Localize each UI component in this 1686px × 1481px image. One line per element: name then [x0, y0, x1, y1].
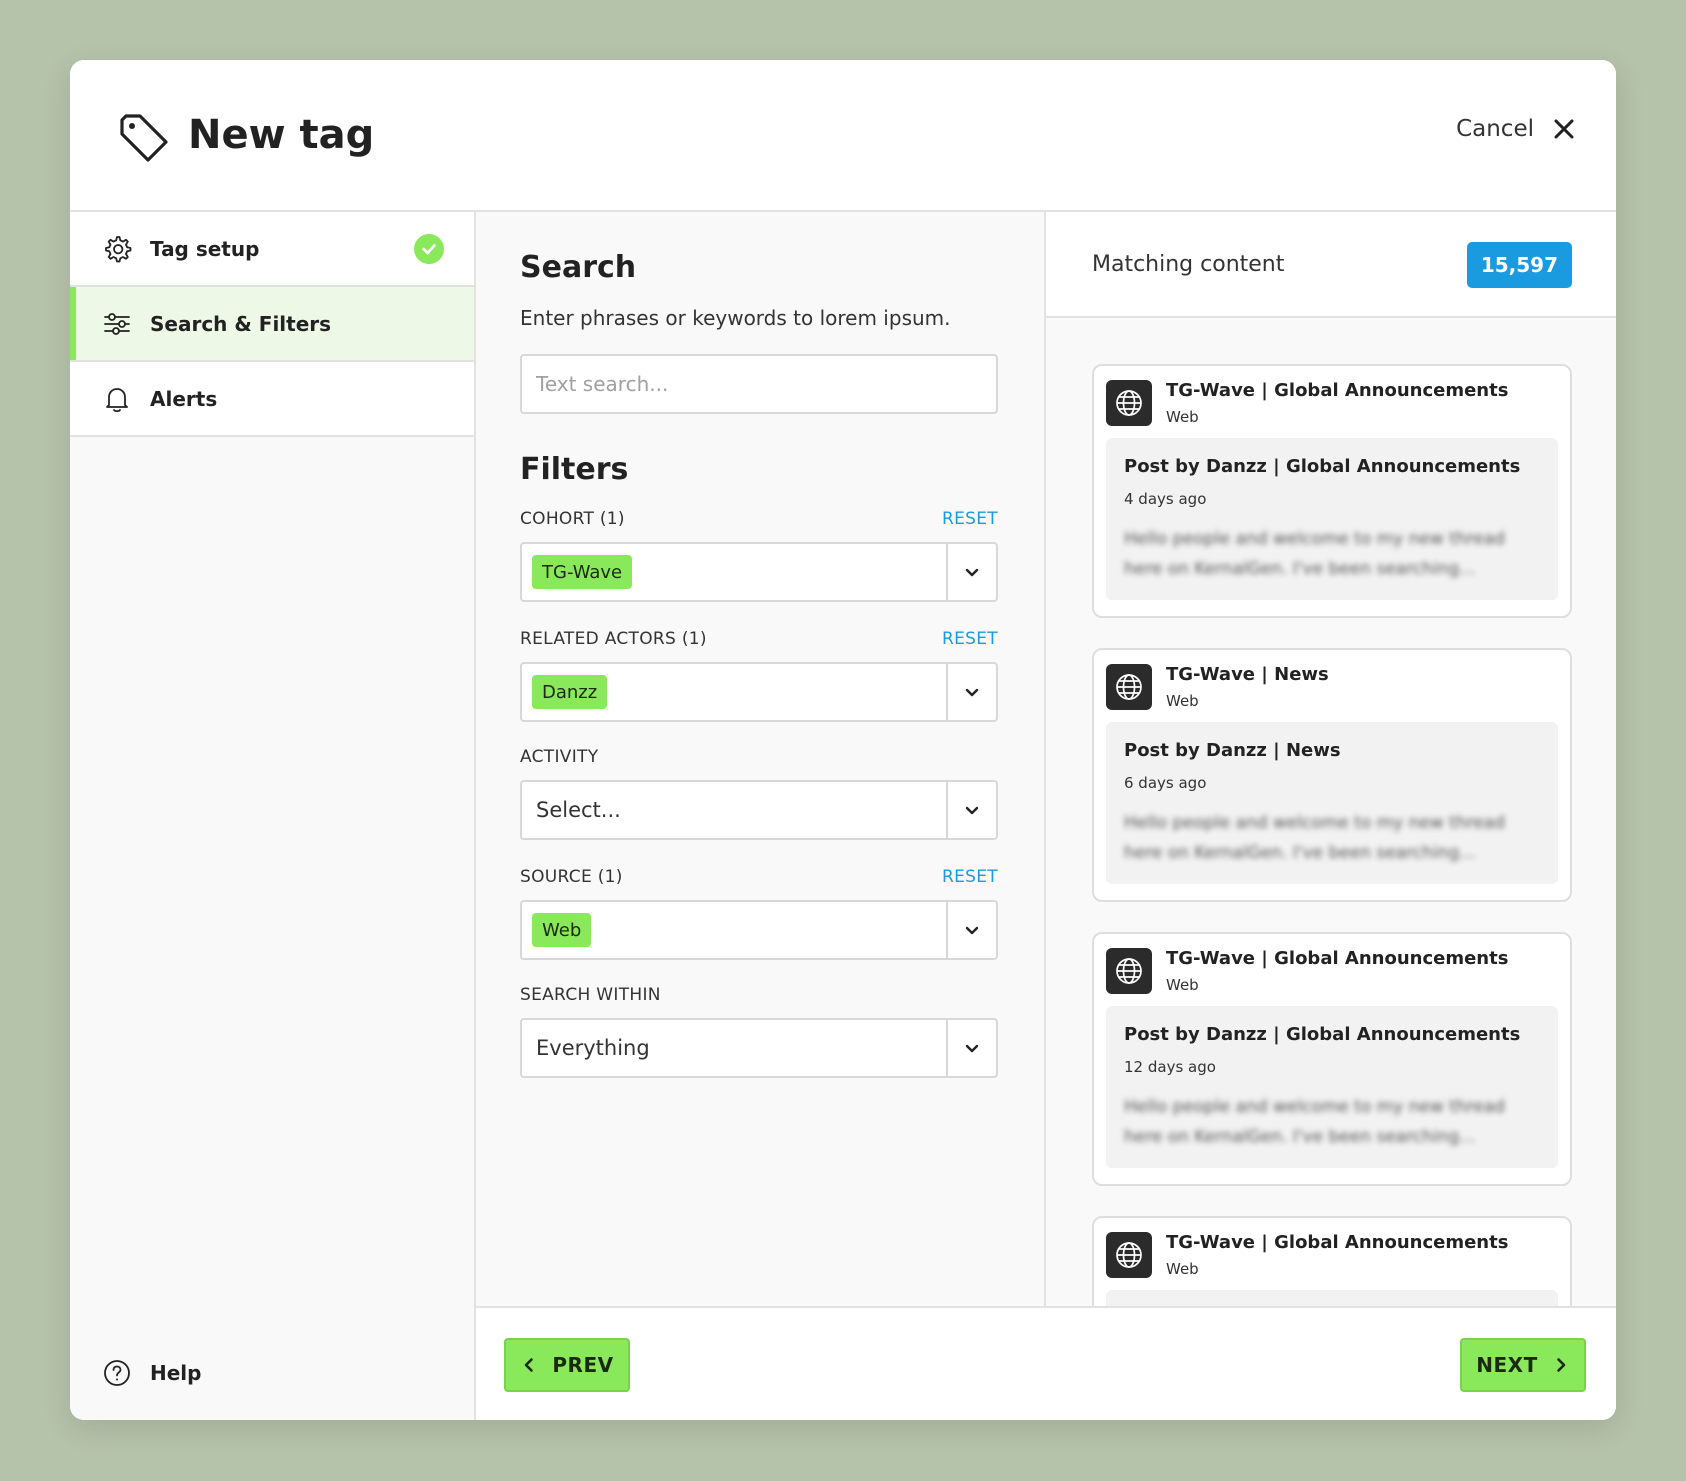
related-actors-label: RELATED ACTORS (1) — [520, 629, 707, 649]
check-icon — [414, 234, 444, 264]
matching-content-label: Matching content — [1092, 252, 1285, 277]
cancel-button[interactable]: Cancel — [1456, 116, 1576, 142]
gear-icon — [105, 235, 132, 262]
sliders-icon — [104, 312, 130, 335]
search-filters-form: Search Enter phrases or keywords to lore… — [476, 212, 1046, 1306]
search-within-label: SEARCH WITHIN — [520, 985, 661, 1005]
cohort-chip[interactable]: TG-Wave — [532, 555, 633, 589]
cohort-label-row: COHORT (1) RESET — [520, 506, 998, 532]
search-within-label-row: SEARCH WITHIN — [520, 982, 998, 1008]
globe-icon — [1106, 1232, 1152, 1278]
source-reset-button[interactable]: RESET — [942, 867, 998, 887]
card-source: Web — [1166, 1260, 1199, 1278]
chevron-down-icon[interactable] — [946, 782, 996, 838]
post-body: Hello people and welcome to my new threa… — [1124, 1097, 1505, 1147]
related-actors-chip[interactable]: Danzz — [532, 675, 608, 709]
next-button[interactable]: NEXT — [1460, 1338, 1586, 1392]
help-icon — [104, 1360, 130, 1386]
sidebar-item-label: Alerts — [150, 386, 218, 411]
post-timestamp: 12 days ago — [1124, 1058, 1216, 1076]
chevron-left-icon — [525, 1358, 534, 1372]
content-card[interactable]: TG-Wave | Global Announcements Web — [1092, 1216, 1572, 1306]
sidebar-item-alerts[interactable]: Alerts — [70, 362, 474, 437]
matching-content-panel: Matching content 15,597 TG-Wave | Global… — [1046, 212, 1616, 1306]
cohort-reset-button[interactable]: RESET — [942, 509, 998, 529]
matching-content-header: Matching content 15,597 — [1046, 212, 1616, 318]
activity-select[interactable]: Select... — [520, 780, 998, 840]
prev-button[interactable]: PREV — [504, 1338, 630, 1392]
post-body: Hello people and welcome to my new threa… — [1124, 529, 1505, 579]
page-title: New tag — [188, 112, 375, 158]
globe-icon — [1106, 380, 1152, 426]
source-label-row: SOURCE (1) RESET — [520, 864, 998, 890]
source-chip[interactable]: Web — [532, 913, 592, 947]
chevron-down-icon[interactable] — [946, 664, 996, 720]
card-post-preview — [1106, 1290, 1558, 1306]
source-label: SOURCE (1) — [520, 867, 623, 887]
post-timestamp: 6 days ago — [1124, 774, 1207, 792]
card-title: TG-Wave | Global Announcements — [1166, 380, 1509, 401]
card-post-preview: Post by Danzz | Global Announcements 12 … — [1106, 1006, 1558, 1168]
chevron-right-icon — [1556, 1358, 1566, 1372]
filters-heading: Filters — [520, 452, 629, 487]
search-description: Enter phrases or keywords to lorem ipsum… — [520, 306, 951, 330]
related-actors-reset-button[interactable]: RESET — [942, 629, 998, 649]
post-title: Post by Danzz | Global Announcements — [1124, 1024, 1521, 1045]
cancel-label: Cancel — [1456, 116, 1534, 142]
content-card[interactable]: TG-Wave | Global Announcements Web Post … — [1092, 364, 1572, 618]
post-body: Hello people and welcome to my new threa… — [1124, 813, 1505, 863]
sidebar-item-label: Search & Filters — [150, 311, 332, 336]
search-heading: Search — [520, 250, 637, 285]
tag-icon — [120, 114, 168, 162]
help-label: Help — [150, 1361, 202, 1385]
search-within-select[interactable]: Everything — [520, 1018, 998, 1078]
modal-header: New tag Cancel — [70, 60, 1616, 212]
prev-label: PREV — [552, 1353, 614, 1377]
activity-label: ACTIVITY — [520, 747, 599, 767]
cohort-label: COHORT (1) — [520, 509, 625, 529]
sidebar-item-label: Tag setup — [150, 236, 260, 261]
matching-count-badge: 15,597 — [1466, 242, 1572, 288]
chevron-down-icon[interactable] — [946, 902, 996, 958]
related-actors-select[interactable]: Danzz — [520, 662, 998, 722]
search-within-value: Everything — [536, 1036, 650, 1060]
card-source: Web — [1166, 692, 1199, 710]
card-post-preview: Post by Danzz | News 6 days ago Hello pe… — [1106, 722, 1558, 884]
chevron-down-icon[interactable] — [946, 544, 996, 600]
post-title: Post by Danzz | News — [1124, 740, 1341, 761]
related-actors-label-row: RELATED ACTORS (1) RESET — [520, 626, 998, 652]
card-title: TG-Wave | Global Announcements — [1166, 948, 1509, 969]
post-timestamp: 4 days ago — [1124, 490, 1207, 508]
card-source: Web — [1166, 408, 1199, 426]
content-card[interactable]: TG-Wave | News Web Post by Danzz | News … — [1092, 648, 1572, 902]
search-input[interactable] — [520, 354, 998, 414]
sidebar: Tag setup Search & Filters Alerts Help — [70, 212, 476, 1420]
card-source: Web — [1166, 976, 1199, 994]
source-select[interactable]: Web — [520, 900, 998, 960]
content-card[interactable]: TG-Wave | Global Announcements Web Post … — [1092, 932, 1572, 1186]
help-link[interactable]: Help — [102, 1358, 201, 1388]
modal-footer: PREV NEXT — [476, 1306, 1616, 1420]
sidebar-item-tag-setup[interactable]: Tag setup — [70, 212, 474, 287]
activity-label-row: ACTIVITY — [520, 744, 998, 770]
activity-placeholder: Select... — [536, 798, 621, 822]
new-tag-modal: New tag Cancel Tag setup Search & Filter… — [70, 60, 1616, 1420]
card-title: TG-Wave | Global Announcements — [1166, 1232, 1509, 1253]
cohort-select[interactable]: TG-Wave — [520, 542, 998, 602]
post-title: Post by Danzz | Global Announcements — [1124, 456, 1521, 477]
next-label: NEXT — [1476, 1353, 1538, 1377]
chevron-down-icon[interactable] — [946, 1020, 996, 1076]
card-post-preview: Post by Danzz | Global Announcements 4 d… — [1106, 438, 1558, 600]
bell-icon — [106, 387, 128, 412]
card-title: TG-Wave | News — [1166, 664, 1329, 685]
globe-icon — [1106, 948, 1152, 994]
globe-icon — [1106, 664, 1152, 710]
sidebar-item-search-filters[interactable]: Search & Filters — [70, 287, 474, 362]
close-icon — [1554, 119, 1574, 139]
